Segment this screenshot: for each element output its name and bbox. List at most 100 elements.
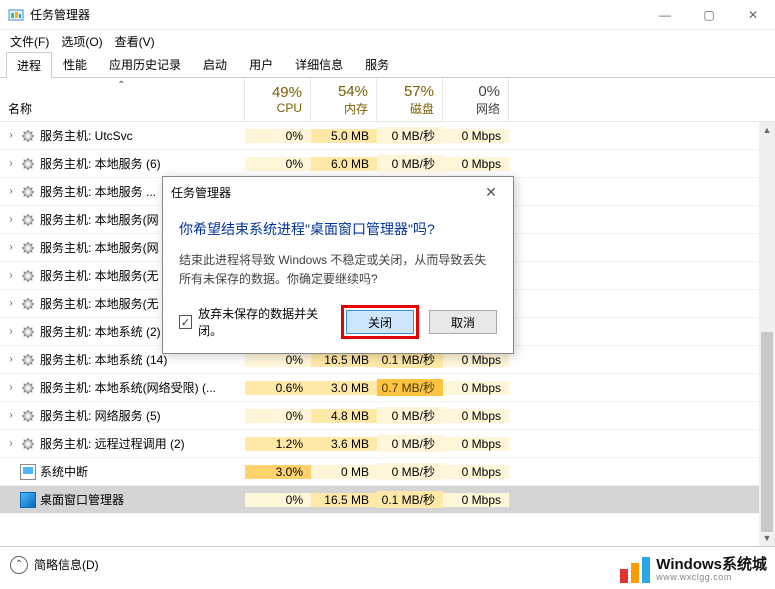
header-cpu-pct: 49% bbox=[272, 84, 302, 101]
gear-icon bbox=[20, 268, 36, 284]
process-name: 服务主机: 本地服务(无 bbox=[40, 295, 159, 312]
expand-chevron-icon[interactable]: › bbox=[6, 438, 16, 449]
dialog-title: 任务管理器 bbox=[171, 184, 477, 201]
dialog-close-button[interactable]: ✕ bbox=[477, 181, 505, 203]
process-name: 服务主机: 本地系统 (14) bbox=[40, 351, 167, 368]
tab-startup[interactable]: 启动 bbox=[192, 51, 238, 77]
cell-value: 5.0 MB bbox=[311, 129, 377, 143]
minimize-button[interactable]: — bbox=[643, 0, 687, 30]
watermark: Windows系统城 www.wxclgg.com bbox=[620, 557, 767, 583]
process-name: 服务主机: 远程过程调用 (2) bbox=[40, 435, 185, 452]
expand-chevron-icon[interactable]: › bbox=[6, 186, 16, 197]
checkbox-icon: ✓ bbox=[179, 315, 192, 329]
cell-value: 0.6% bbox=[245, 381, 311, 395]
cell-value: 0% bbox=[245, 353, 311, 367]
scroll-thumb[interactable] bbox=[761, 332, 773, 532]
expand-chevron-icon[interactable]: › bbox=[6, 214, 16, 225]
cell-value: 0 MB/秒 bbox=[377, 463, 443, 480]
header-cpu[interactable]: 49% CPU bbox=[245, 78, 311, 121]
tab-strip: 进程 性能 应用历史记录 启动 用户 详细信息 服务 bbox=[0, 52, 775, 78]
process-name: 服务主机: 本地系统(网络受限) (... bbox=[40, 379, 216, 396]
cell-value: 3.0 MB bbox=[311, 381, 377, 395]
dialog-instruction: 你希望结束系统进程"桌面窗口管理器"吗? bbox=[179, 219, 497, 239]
process-name: 服务主机: 本地服务(无 bbox=[40, 267, 159, 284]
gear-icon bbox=[20, 408, 36, 424]
gear-icon bbox=[20, 128, 36, 144]
tab-processes[interactable]: 进程 bbox=[6, 52, 52, 78]
cell-value: 3.6 MB bbox=[311, 437, 377, 451]
cell-value: 0 MB bbox=[311, 465, 377, 479]
tab-users[interactable]: 用户 bbox=[238, 51, 284, 77]
gear-icon bbox=[20, 212, 36, 228]
header-disk[interactable]: 57% 磁盘 bbox=[377, 78, 443, 121]
header-memory[interactable]: 54% 内存 bbox=[311, 78, 377, 121]
dialog-cancel-button[interactable]: 取消 bbox=[429, 310, 497, 334]
process-name: 服务主机: 网络服务 (5) bbox=[40, 407, 161, 424]
scroll-up-icon[interactable]: ▲ bbox=[759, 122, 775, 138]
maximize-button[interactable]: ▢ bbox=[687, 0, 731, 30]
watermark-title: Windows系统城 bbox=[656, 557, 767, 574]
cell-value: 0 MB/秒 bbox=[377, 155, 443, 172]
app-icon bbox=[8, 7, 24, 23]
table-row[interactable]: ›服务主机: 网络服务 (5)0%4.8 MB0 MB/秒0 Mbps bbox=[0, 402, 775, 430]
cell-value: 0 Mbps bbox=[443, 437, 509, 451]
cell-value: 0.1 MB/秒 bbox=[377, 491, 443, 508]
gear-icon bbox=[20, 156, 36, 172]
expand-chevron-icon[interactable]: › bbox=[6, 158, 16, 169]
dialog-body: 结束此进程将导致 Windows 不稳定或关闭，从而导致丢失所有未保存的数据。你… bbox=[179, 251, 497, 289]
expand-chevron-icon[interactable]: › bbox=[6, 326, 16, 337]
dialog-titlebar: 任务管理器 ✕ bbox=[163, 177, 513, 207]
expand-chevron-icon[interactable]: › bbox=[6, 382, 16, 393]
header-network-pct: 0% bbox=[478, 83, 500, 100]
cell-value: 0 MB/秒 bbox=[377, 435, 443, 452]
title-bar: 任务管理器 — ▢ ✕ bbox=[0, 0, 775, 30]
cell-value: 0 Mbps bbox=[443, 409, 509, 423]
cell-value: 0 Mbps bbox=[443, 381, 509, 395]
fewer-details-link[interactable]: 简略信息(D) bbox=[34, 556, 99, 573]
expand-chevron-icon[interactable]: › bbox=[6, 242, 16, 253]
menu-file[interactable]: 文件(F) bbox=[6, 31, 53, 52]
table-row[interactable]: › 服务主机: 本地系统(网络受限) (... 0.6%3.0 MB0.7 MB/秒… bbox=[0, 374, 775, 402]
tab-services[interactable]: 服务 bbox=[354, 51, 400, 77]
collapse-icon[interactable]: ⌃ bbox=[10, 556, 28, 574]
table-row[interactable]: ›服务主机: 本地服务 (6)0%6.0 MB0 MB/秒0 Mbps bbox=[0, 150, 775, 178]
tab-app-history[interactable]: 应用历史记录 bbox=[98, 51, 192, 77]
name-cell: 桌面窗口管理器 bbox=[0, 491, 245, 508]
name-cell: ›服务主机: UtcSvc bbox=[0, 127, 245, 144]
expand-chevron-icon[interactable]: › bbox=[6, 354, 16, 365]
cell-value: 0% bbox=[245, 157, 311, 171]
expand-chevron-icon[interactable]: › bbox=[6, 270, 16, 281]
expand-chevron-icon[interactable]: › bbox=[6, 410, 16, 421]
scroll-down-icon[interactable]: ▼ bbox=[759, 530, 775, 546]
gear-icon bbox=[20, 324, 36, 340]
process-name: 服务主机: 本地系统 (2) bbox=[40, 323, 161, 340]
header-cpu-label: CPU bbox=[277, 101, 302, 115]
gear-icon bbox=[20, 352, 36, 368]
menu-options[interactable]: 选项(O) bbox=[57, 31, 106, 52]
highlight-box: 关闭 bbox=[341, 305, 419, 339]
tab-performance[interactable]: 性能 bbox=[52, 51, 98, 77]
table-row[interactable]: 系统中断3.0%0 MB0 MB/秒0 Mbps bbox=[0, 458, 775, 486]
header-network[interactable]: 0% 网络 bbox=[443, 78, 509, 121]
expand-chevron-icon[interactable]: › bbox=[6, 298, 16, 309]
close-button[interactable]: ✕ bbox=[731, 0, 775, 30]
header-name[interactable]: ⌃ 名称 bbox=[0, 78, 245, 121]
cell-value: 16.5 MB bbox=[311, 493, 377, 507]
cell-value: 0 MB/秒 bbox=[377, 407, 443, 424]
dialog-close-action-button[interactable]: 关闭 bbox=[346, 310, 414, 334]
table-row[interactable]: ›服务主机: UtcSvc0%5.0 MB0 MB/秒0 Mbps bbox=[0, 122, 775, 150]
cell-value: 1.2% bbox=[245, 437, 311, 451]
vertical-scrollbar[interactable]: ▲ ▼ bbox=[759, 122, 775, 546]
header-disk-label: 磁盘 bbox=[410, 100, 434, 117]
menu-view[interactable]: 查看(V) bbox=[111, 31, 159, 52]
tab-details[interactable]: 详细信息 bbox=[284, 51, 354, 77]
watermark-url: www.wxclgg.com bbox=[656, 573, 767, 583]
expand-chevron-icon[interactable]: › bbox=[6, 130, 16, 141]
cell-value: 6.0 MB bbox=[311, 157, 377, 171]
table-row[interactable]: 桌面窗口管理器0%16.5 MB0.1 MB/秒0 Mbps bbox=[0, 486, 775, 514]
cell-value: 0.7 MB/秒 bbox=[377, 379, 443, 396]
table-row[interactable]: › 服务主机: 远程过程调用 (2) 1.2%3.6 MB0 MB/秒0 Mbps bbox=[0, 430, 775, 458]
gear-icon bbox=[20, 184, 36, 200]
dialog-checkbox[interactable]: ✓ 放弃未保存的数据并关闭。 bbox=[179, 305, 331, 339]
process-name: 服务主机: 本地服务(网 bbox=[40, 211, 159, 228]
